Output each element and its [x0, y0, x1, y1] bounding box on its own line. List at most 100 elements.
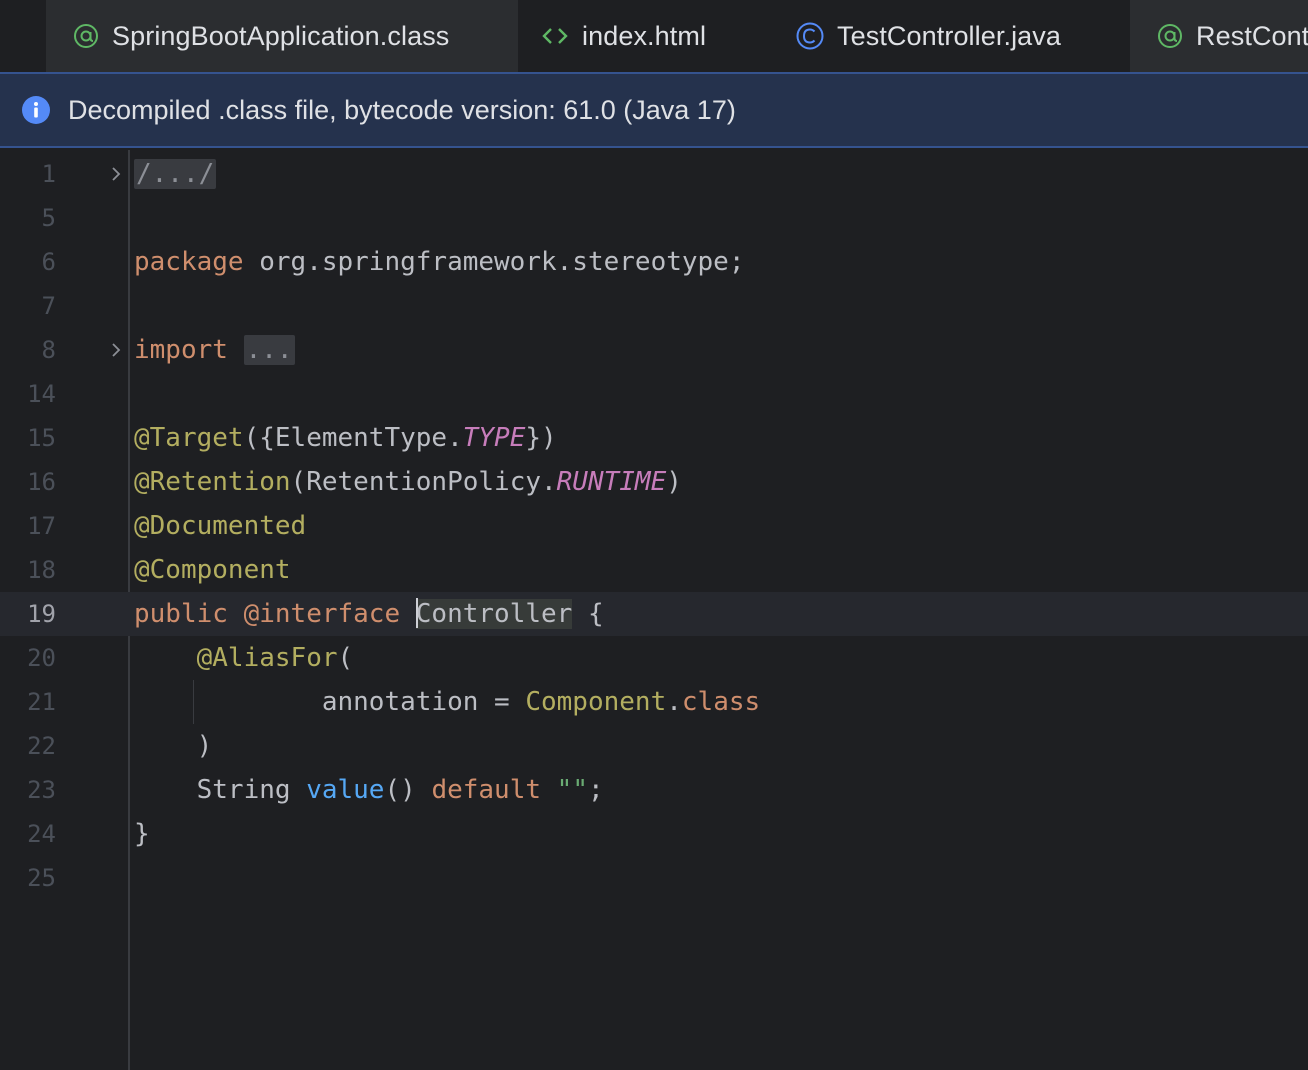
code-token: @Documented — [134, 511, 307, 541]
code-token: ({ElementType. — [243, 423, 463, 453]
code-line[interactable]: 16 @Retention(RetentionPolicy.RUNTIME) — [0, 460, 1308, 504]
code-token: String — [134, 775, 307, 805]
line-number[interactable]: 20 — [0, 636, 56, 680]
code-line[interactable]: 20 @AliasFor( — [0, 636, 1308, 680]
code-token: }) — [525, 423, 557, 453]
code-token: /.../ — [134, 159, 217, 189]
line-number[interactable]: 22 — [0, 724, 56, 768]
code-text[interactable]: annotation = Component.class — [134, 680, 760, 724]
line-number[interactable]: 5 — [0, 196, 56, 240]
code-editor[interactable]: 1 /.../ 5 6 package org.springframework.ster… — [0, 150, 1308, 1070]
line-number[interactable]: 15 — [0, 416, 56, 460]
code-line[interactable]: 1 /.../ — [0, 152, 1308, 196]
code-token: @Target — [134, 423, 244, 453]
code-text[interactable]: import ... — [134, 328, 295, 372]
code-text[interactable]: public @interface Controller { — [134, 592, 604, 636]
tab-index-html[interactable]: index.html — [540, 0, 706, 72]
class-icon — [795, 21, 825, 51]
code-line[interactable]: 7 — [0, 284, 1308, 328]
line-number[interactable]: 17 — [0, 504, 56, 548]
indent-guide — [193, 680, 194, 724]
code-line[interactable]: 8 import ... — [0, 328, 1308, 372]
tab-testcontroller-java[interactable]: TestController.java — [795, 0, 1061, 72]
tab-label: index.html — [582, 20, 707, 51]
code-text[interactable]: @Component — [134, 548, 291, 592]
code-line[interactable]: 23 String value() default ""; — [0, 768, 1308, 812]
code-line[interactable]: 22 ) — [0, 724, 1308, 768]
code-token: @interface — [243, 599, 401, 629]
code-token: value — [306, 775, 385, 805]
code-line[interactable]: 14 — [0, 372, 1308, 416]
line-number[interactable]: 1 — [0, 152, 56, 196]
code-token: "" — [556, 775, 588, 805]
code-text[interactable]: /.../ — [134, 152, 217, 196]
code-token: TYPE — [462, 423, 526, 453]
code-text[interactable]: @Target({ElementType.TYPE}) — [134, 416, 557, 460]
decompiled-notice-banner: Decompiled .class file, bytecode version… — [0, 72, 1308, 148]
code-text[interactable]: String value() default ""; — [134, 768, 604, 812]
line-number[interactable]: 6 — [0, 240, 56, 284]
code-line[interactable]: 18 @Component — [0, 548, 1308, 592]
code-token: @Retention — [134, 467, 291, 497]
code-token: org.springframework.stereotype; — [243, 247, 745, 277]
line-number[interactable]: 16 — [0, 460, 56, 504]
code-token: Controller — [415, 599, 573, 629]
line-number[interactable]: 21 — [0, 680, 56, 724]
line-number[interactable]: 23 — [0, 768, 56, 812]
tab-springbootapplication-class[interactable]: SpringBootApplication.class — [46, 0, 518, 72]
annotation-icon — [72, 22, 100, 50]
code-text[interactable]: @Documented — [134, 504, 306, 548]
code-token: @AliasFor — [196, 643, 338, 673]
fold-chevron-icon[interactable] — [106, 328, 126, 372]
line-number[interactable]: 7 — [0, 284, 56, 328]
code-line[interactable]: 25 — [0, 856, 1308, 900]
code-text[interactable]: @Retention(RetentionPolicy.RUNTIME) — [134, 460, 682, 504]
code-line[interactable]: 21 annotation = Component.class — [0, 680, 1308, 724]
info-icon — [22, 96, 50, 124]
code-token: () — [384, 775, 432, 805]
code-token: (RetentionPolicy. — [290, 467, 557, 497]
code-token: default — [431, 775, 542, 805]
code-token: . — [666, 687, 682, 717]
code-line[interactable]: 5 — [0, 196, 1308, 240]
code-token: { — [572, 599, 604, 629]
code-token: ( — [337, 643, 354, 673]
ide-window: SpringBootApplication.class index.html T… — [0, 0, 1308, 1070]
code-token: Component — [525, 687, 667, 717]
line-number[interactable]: 18 — [0, 548, 56, 592]
code-token: ) — [666, 467, 682, 497]
code-token: class — [681, 687, 761, 717]
annotation-icon — [1156, 22, 1184, 50]
code-line[interactable]: 17 @Documented — [0, 504, 1308, 548]
code-text[interactable]: package org.springframework.stereotype; — [134, 240, 744, 284]
code-line[interactable]: 6 package org.springframework.stereotype; — [0, 240, 1308, 284]
fold-chevron-icon[interactable] — [106, 152, 126, 196]
code-line[interactable]: 19 public @interface Controller { — [0, 592, 1308, 636]
line-number[interactable]: 24 — [0, 812, 56, 856]
code-text[interactable]: ) — [134, 724, 213, 768]
code-text[interactable]: @AliasFor( — [134, 636, 354, 680]
code-line[interactable]: 24} — [0, 812, 1308, 856]
code-token: @Component — [134, 555, 291, 585]
code-text[interactable]: } — [134, 812, 150, 856]
text-caret — [415, 597, 418, 628]
code-token: public — [134, 599, 228, 629]
code-token: ; — [587, 775, 604, 805]
editor-tab-bar: SpringBootApplication.class index.html T… — [0, 0, 1308, 72]
html-icon — [540, 24, 570, 48]
line-number[interactable]: 19 — [0, 592, 56, 636]
tab-label: RestCont — [1196, 20, 1308, 51]
tab-restcontroller[interactable]: RestCont — [1130, 0, 1308, 72]
code-line[interactable]: 15 @Target({ElementType.TYPE}) — [0, 416, 1308, 460]
line-number[interactable]: 25 — [0, 856, 56, 900]
tab-label: TestController.java — [837, 20, 1062, 51]
code-token: ) — [134, 731, 213, 761]
line-number[interactable]: 8 — [0, 328, 56, 372]
line-number[interactable]: 14 — [0, 372, 56, 416]
code-token: } — [134, 819, 150, 849]
